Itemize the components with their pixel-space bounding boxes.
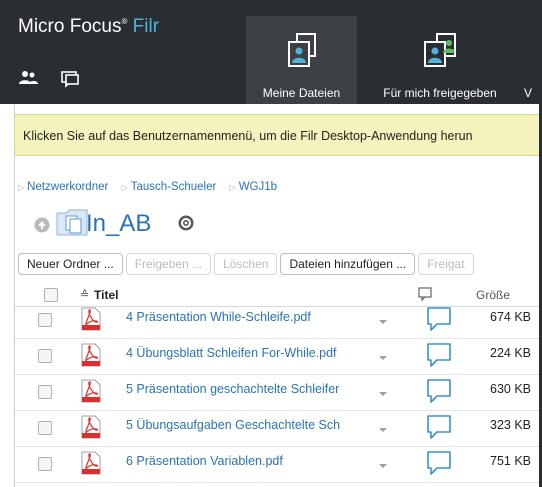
row-checkbox[interactable] — [38, 457, 52, 471]
my-files-icon — [287, 33, 316, 67]
chevron-down-icon[interactable] — [379, 428, 387, 432]
chevron-down-icon[interactable] — [379, 356, 387, 360]
file-size: 751 KB — [490, 454, 532, 468]
tab-shared-with-me-label: Für mich freigegeben — [383, 86, 497, 100]
file-name-link[interactable]: 5 Übungsaufgaben Geschachtelte Sch — [126, 418, 366, 432]
comment-icon[interactable] — [426, 414, 452, 445]
pdf-icon — [80, 343, 102, 372]
pdf-icon — [80, 451, 102, 480]
pdf-icon — [80, 379, 102, 408]
breadcrumb-item-tausch-schueler[interactable]: Tausch-Schueler — [131, 181, 217, 193]
chevron-down-icon[interactable] — [379, 392, 387, 396]
table-row[interactable]: 6 Präsentation Variablen.pdf 751 KB — [14, 446, 542, 483]
file-name-link[interactable]: 4 Übungsblatt Schleifen For-While.pdf — [126, 346, 366, 360]
comment-icon[interactable] — [426, 378, 452, 409]
brand-product: Filr — [132, 16, 160, 37]
tab-shared-with-me[interactable]: Für mich freigegeben — [365, 16, 515, 104]
pdf-icon — [80, 307, 102, 336]
chevron-down-icon[interactable] — [379, 464, 387, 468]
table-row[interactable]: 5 Präsentation geschachtelte Schleifer 63… — [14, 374, 542, 411]
file-name-link[interactable]: 5 Präsentation geschachtelte Schleifer — [126, 382, 366, 396]
breadcrumb: ▷ Netzwerkordner ▷ Tausch-Schueler ▷ WGJ1b — [18, 181, 277, 193]
folder-icon — [56, 207, 88, 242]
file-size: 224 KB — [490, 346, 532, 360]
file-size: 674 KB — [490, 310, 532, 324]
row-checkbox[interactable] — [38, 421, 52, 435]
breadcrumb-item-wgj1b[interactable]: WGJ1b — [239, 181, 277, 193]
brand-name: Micro Focus — [18, 16, 122, 37]
file-name-link[interactable]: 6 Präsentation Variablen.pdf — [126, 454, 366, 468]
share-button[interactable]: Freigeben ... — [125, 253, 212, 275]
breadcrumb-arrow-icon: ▷ — [18, 183, 25, 192]
column-title-header[interactable]: Titel — [94, 288, 118, 302]
row-checkbox[interactable] — [38, 385, 52, 399]
top-navigation-bar: Micro Focus® Filr Meine Dateien Für mich… — [0, 0, 542, 104]
breadcrumb-arrow-icon: ▷ — [229, 183, 236, 192]
share-link-button[interactable]: Freigat — [418, 253, 474, 275]
comment-icon[interactable] — [426, 306, 452, 337]
tab-my-files[interactable]: Meine Dateien — [246, 16, 357, 104]
table-row[interactable]: 4 Übungsblatt Schleifen For-While.pdf 224… — [14, 338, 542, 375]
delete-button[interactable]: Löschen — [214, 253, 278, 275]
comment-icon[interactable] — [60, 70, 80, 93]
row-checkbox[interactable] — [38, 349, 52, 363]
brand-logo: Micro Focus® Filr — [18, 16, 159, 38]
column-size-header[interactable]: Größe — [476, 288, 510, 302]
file-size: 630 KB — [490, 382, 532, 396]
select-all-checkbox[interactable] — [44, 288, 58, 302]
table-row[interactable]: 4 Präsentation While-Schleife.pdf 674 KB — [14, 306, 542, 339]
people-icon[interactable] — [18, 70, 40, 91]
chevron-down-icon[interactable] — [379, 320, 387, 324]
new-folder-button[interactable]: Neuer Ordner ... — [18, 253, 123, 275]
table-row[interactable]: 5 Übungsaufgaben Geschachtelte Sch 323 KB — [14, 410, 542, 447]
gear-icon[interactable] — [178, 215, 194, 236]
up-folder-icon[interactable] — [34, 217, 50, 238]
comment-icon[interactable] — [426, 342, 452, 373]
file-name-link[interactable]: 4 Präsentation While-Schleife.pdf — [126, 310, 366, 324]
shared-with-me-icon — [424, 33, 456, 67]
action-toolbar: Neuer Ordner ... Freigeben ... Löschen Date… — [18, 253, 477, 275]
add-files-button[interactable]: Dateien hinzufügen ... — [280, 253, 416, 275]
file-size: 323 KB — [490, 418, 532, 432]
breadcrumb-item-netzwerkordner[interactable]: Netzwerkordner — [27, 181, 108, 193]
tab-my-files-label: Meine Dateien — [262, 86, 341, 100]
desktop-app-notice: Klicken Sie auf das Benutzernamenmenü, u… — [14, 114, 542, 156]
row-checkbox[interactable] — [38, 313, 52, 327]
file-table-header: ≙ Titel Größe — [14, 284, 542, 307]
comment-column-icon — [418, 287, 432, 306]
comment-icon[interactable] — [426, 450, 452, 481]
folder-title: In_AB — [86, 210, 152, 237]
pdf-icon — [80, 415, 102, 444]
breadcrumb-arrow-icon: ▷ — [121, 183, 128, 192]
brand-registered-mark: ® — [121, 17, 128, 26]
sort-icon[interactable]: ≙ — [80, 288, 89, 301]
